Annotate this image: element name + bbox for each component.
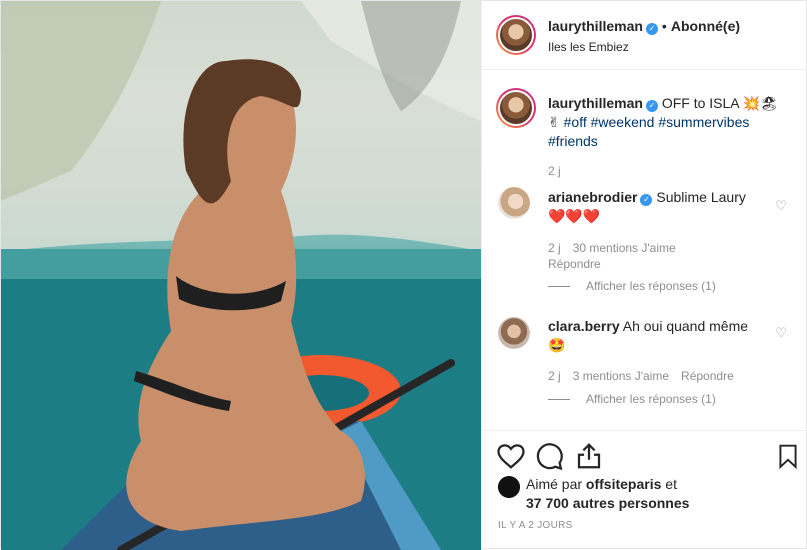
caption-hashtag-friends[interactable]: #friends (548, 133, 598, 149)
explosion-emoji: 💥 (742, 95, 761, 111)
comment-text: Ah oui quand même (622, 318, 749, 334)
comment-meta-reply: Répondre (548, 257, 613, 271)
comment-age[interactable]: 2 j (548, 369, 561, 383)
photo-illustration (1, 1, 481, 550)
post-actions: Aimé par offsiteparis et 37 700 autres p… (482, 430, 807, 550)
follow-status-button[interactable]: Abonné(e) (671, 18, 740, 34)
caption-hashtags[interactable]: #off #weekend #summervibes (564, 114, 750, 130)
share-icon[interactable] (574, 441, 604, 471)
reply-button[interactable]: Répondre (548, 257, 601, 271)
liked-by-prefix: Aimé par (526, 476, 583, 492)
comment-username[interactable]: arianebrodier (548, 189, 637, 205)
replies-divider (548, 285, 570, 287)
liked-by-user[interactable]: offsiteparis (586, 476, 661, 492)
liked-by-avatar[interactable] (498, 476, 520, 498)
comment-avatar[interactable] (498, 317, 530, 349)
post-header: laurythilleman ✓ • Abonné(e) Iles les Embie… (482, 1, 807, 70)
caption-meta: 2 j (548, 164, 573, 178)
bookmark-icon[interactable] (775, 441, 801, 471)
comment: arianebrodier ✓ Sublime Laury ❤️❤️❤️ (548, 188, 788, 226)
view-replies-toggle[interactable]: Afficher les réponses (1) (548, 279, 716, 293)
caption-username[interactable]: laurythilleman (548, 95, 643, 111)
heart-icon[interactable] (496, 441, 526, 471)
view-replies-label: Afficher les réponses (1) (586, 279, 716, 293)
reply-button[interactable]: Répondre (681, 369, 734, 383)
replies-divider (548, 398, 570, 400)
liked-count[interactable]: 37 700 autres personnes (526, 495, 689, 511)
caption-author-avatar[interactable] (496, 88, 536, 128)
liked-by-suffix: et (665, 476, 677, 492)
separator-dot: • (661, 18, 667, 34)
comment-icon[interactable] (534, 441, 564, 471)
comment-age[interactable]: 2 j (548, 241, 561, 255)
beach-emoji: 🏖 (760, 95, 778, 111)
author-avatar[interactable] (496, 15, 536, 55)
post-timestamp[interactable]: IL Y A 2 JOURS (498, 520, 573, 531)
caption-age[interactable]: 2 j (548, 164, 561, 178)
comment-likes[interactable]: 30 mentions J'aime (573, 241, 676, 255)
comment-username[interactable]: clara.berry (548, 318, 620, 334)
header-user-line: laurythilleman ✓ • Abonné(e) (548, 18, 740, 35)
post-photo[interactable] (1, 1, 481, 550)
verified-badge-icon: ✓ (645, 100, 658, 112)
post-location[interactable]: Iles les Embiez (548, 40, 629, 54)
post-side-panel: laurythilleman ✓ • Abonné(e) Iles les Embie… (481, 1, 807, 550)
verified-badge-icon: ✓ (640, 194, 653, 206)
comment-avatar[interactable] (498, 187, 530, 219)
comment-like-heart-icon[interactable]: ♡ (775, 198, 787, 214)
comment-text: Sublime Laury (656, 189, 746, 205)
caption: laurythilleman ✓ OFF to ISLA 💥🏖 ✌ #off #w… (548, 94, 788, 151)
comment: clara.berry Ah oui quand même 🤩 (548, 317, 788, 355)
instagram-post: laurythilleman ✓ • Abonné(e) Iles les Embie… (0, 0, 807, 550)
hand-emoji: ✌ (548, 114, 560, 130)
comment-meta: 2 j 3 mentions J'aime Répondre (548, 369, 746, 383)
hearts-emoji: ❤️❤️❤️ (548, 208, 601, 224)
comments-section: laurythilleman ✓ OFF to ISLA 💥🏖 ✌ #off #w… (482, 70, 807, 430)
comment-meta: 2 j 30 mentions J'aime (548, 241, 688, 255)
view-replies-label: Afficher les réponses (1) (586, 392, 716, 406)
caption-text: OFF to ISLA (661, 95, 739, 111)
starstruck-emoji: 🤩 (548, 337, 566, 353)
view-replies-toggle[interactable]: Afficher les réponses (1) (548, 392, 716, 406)
comment-likes[interactable]: 3 mentions J'aime (573, 369, 669, 383)
liked-by-summary: Aimé par offsiteparis et 37 700 autres p… (526, 475, 689, 513)
verified-badge-icon: ✓ (645, 23, 658, 35)
author-username[interactable]: laurythilleman (548, 18, 643, 34)
comment-like-heart-icon[interactable]: ♡ (775, 325, 787, 341)
